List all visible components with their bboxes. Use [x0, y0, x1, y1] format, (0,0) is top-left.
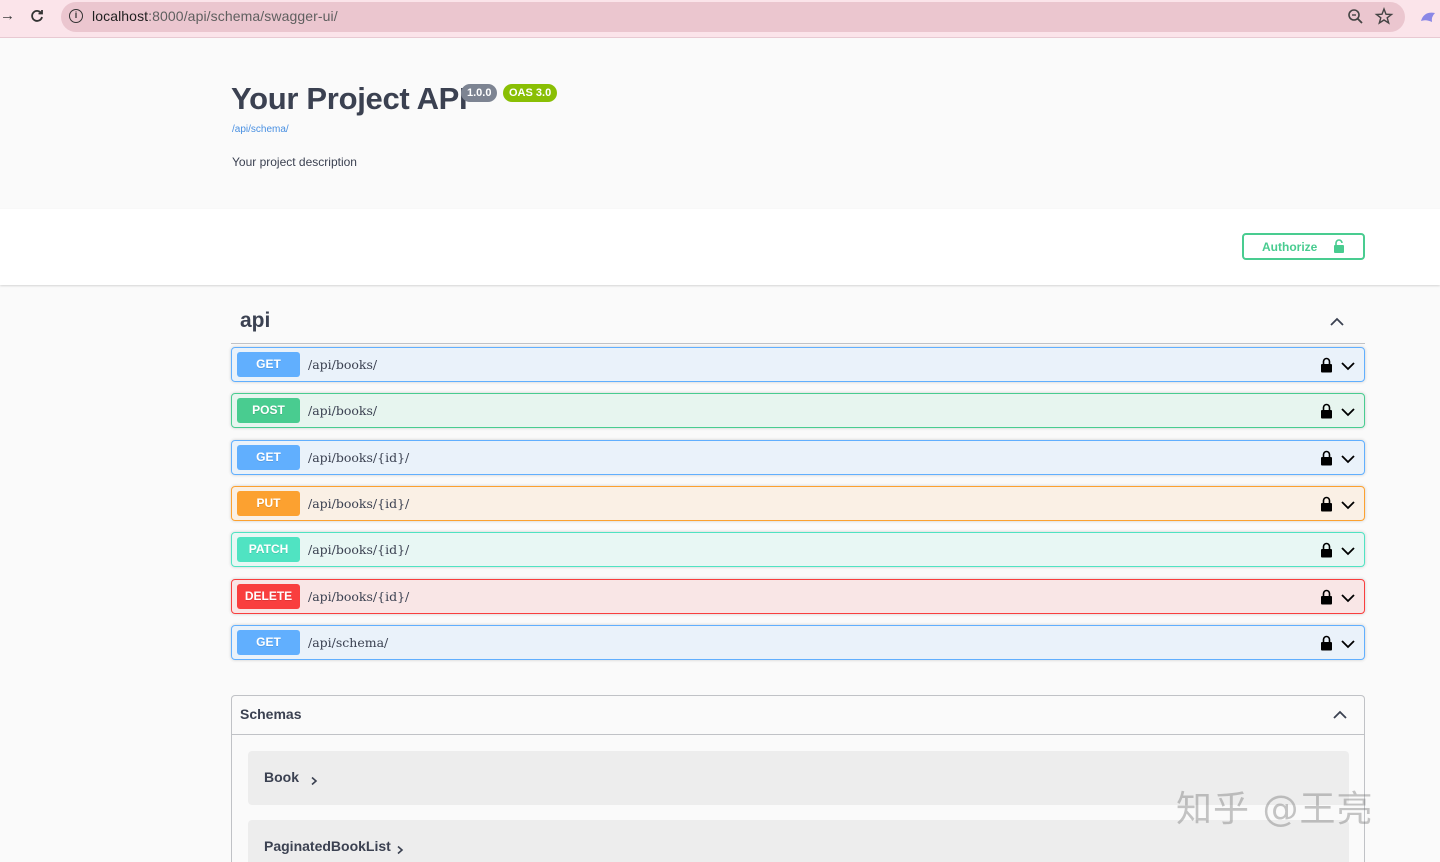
url-path: :8000/api/schema/swagger-ui/ — [148, 8, 338, 24]
extension-icon[interactable] — [1420, 10, 1436, 22]
method-badge: GET — [237, 445, 300, 470]
chevron-down-icon[interactable] — [1340, 452, 1356, 464]
operation-get-book-by-id[interactable]: GET /api/books/{id}/ — [231, 440, 1365, 475]
reload-icon[interactable] — [30, 7, 44, 27]
zoom-icon[interactable] — [1345, 5, 1367, 27]
url-host: localhost — [92, 8, 149, 24]
address-bar[interactable]: i localhost:8000/api/schema/swagger-ui/ — [61, 2, 1405, 32]
chevron-down-icon[interactable] — [1340, 359, 1356, 371]
method-badge: PUT — [237, 491, 300, 516]
operation-post-books[interactable]: POST /api/books/ — [231, 393, 1365, 428]
authorize-button[interactable]: Authorize — [1242, 233, 1365, 260]
method-badge: POST — [237, 398, 300, 423]
lock-icon[interactable] — [1320, 635, 1333, 651]
lock-icon[interactable] — [1320, 403, 1333, 419]
schemas-title: Schemas — [240, 706, 302, 722]
schemas-header[interactable]: Schemas — [232, 696, 1364, 735]
operation-put-book[interactable]: PUT /api/books/{id}/ — [231, 486, 1365, 521]
operation-patch-book[interactable]: PATCH /api/books/{id}/ — [231, 532, 1365, 567]
schemas-section: Schemas Book PaginatedBookList — [231, 695, 1365, 862]
chevron-down-icon[interactable] — [1340, 498, 1356, 510]
lock-icon[interactable] — [1320, 357, 1333, 373]
operation-path: /api/schema/ — [308, 635, 389, 650]
method-badge: DELETE — [237, 584, 300, 609]
tag-section-header[interactable]: api — [231, 300, 1365, 344]
chevron-up-icon[interactable] — [1329, 314, 1345, 330]
chevron-up-icon[interactable] — [1332, 708, 1348, 722]
operation-path: /api/books/{id}/ — [308, 496, 410, 511]
chevron-down-icon[interactable] — [1340, 544, 1356, 556]
lock-icon[interactable] — [1320, 589, 1333, 605]
lock-icon[interactable] — [1320, 496, 1333, 512]
chevron-right-icon[interactable] — [396, 842, 404, 855]
oas-badge: OAS 3.0 — [503, 84, 558, 102]
api-title: Your Project API — [231, 81, 468, 116]
operation-path: /api/books/{id}/ — [308, 542, 410, 557]
chevron-down-icon[interactable] — [1340, 591, 1356, 603]
tag-name: api — [240, 309, 271, 332]
operation-path: /api/books/{id}/ — [308, 589, 410, 604]
browser-toolbar: → i localhost:8000/api/schema/swagger-ui… — [0, 0, 1440, 38]
model-name: Book — [264, 769, 299, 785]
site-info-icon[interactable]: i — [69, 9, 83, 23]
chevron-down-icon[interactable] — [1340, 637, 1356, 649]
watermark-text: 知乎 @王亮 — [1176, 789, 1374, 830]
api-info-section: Your Project API 1.0.0 OAS 3.0 /api/sche… — [0, 38, 1440, 209]
scheme-container: Authorize — [0, 209, 1440, 285]
operation-get-books[interactable]: GET /api/books/ — [231, 347, 1365, 382]
api-description: Your project description — [232, 155, 357, 169]
chevron-right-icon[interactable] — [310, 773, 318, 786]
chevron-down-icon[interactable] — [1340, 405, 1356, 417]
version-badge: 1.0.0 — [461, 84, 498, 102]
operation-delete-book[interactable]: DELETE /api/books/{id}/ — [231, 579, 1365, 614]
forward-arrow-icon[interactable]: → — [0, 7, 15, 24]
operation-path: /api/books/{id}/ — [308, 450, 410, 465]
schema-url-link[interactable]: /api/schema/ — [232, 124, 289, 135]
operation-path: /api/books/ — [308, 357, 378, 372]
operation-get-schema[interactable]: GET /api/schema/ — [231, 625, 1365, 660]
model-name: PaginatedBookList — [264, 838, 391, 854]
method-badge: PATCH — [237, 537, 300, 562]
lock-icon[interactable] — [1320, 542, 1333, 558]
method-badge: GET — [237, 352, 300, 377]
authorize-label: Authorize — [1262, 240, 1318, 254]
operation-path: /api/books/ — [308, 403, 378, 418]
method-badge: GET — [237, 630, 300, 655]
address-url[interactable]: localhost:8000/api/schema/swagger-ui/ — [92, 8, 338, 24]
lock-icon[interactable] — [1320, 450, 1333, 466]
bookmark-star-icon[interactable] — [1373, 5, 1395, 27]
unlocked-icon — [1333, 239, 1345, 253]
